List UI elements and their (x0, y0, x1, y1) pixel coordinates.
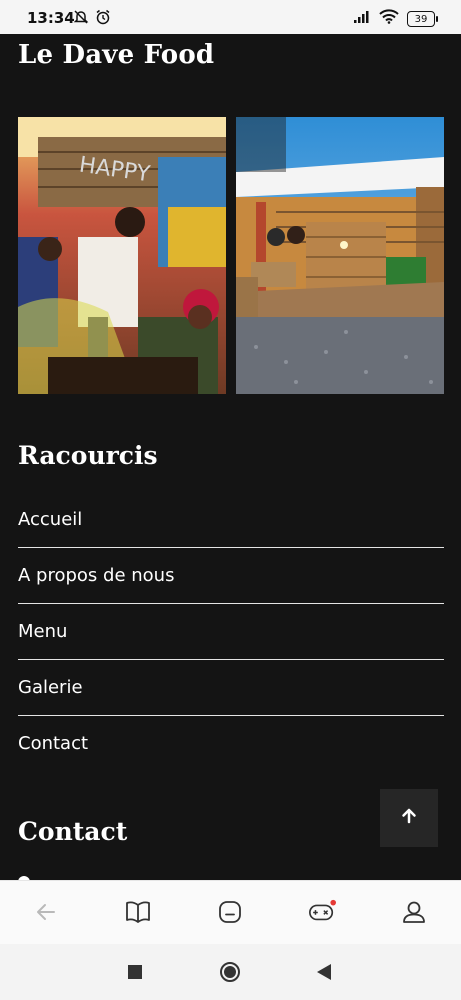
nav-link-menu[interactable]: Menu (18, 604, 444, 660)
shortcuts-list: Accueil A propos de nous Menu Galerie Co… (18, 492, 444, 771)
nav-link-accueil[interactable]: Accueil (18, 492, 444, 548)
arrow-up-icon (400, 807, 418, 830)
gallery-photo-terrace[interactable] (236, 117, 444, 394)
browser-toolbar (0, 880, 461, 945)
signal-icon (353, 10, 371, 29)
status-time: 13:34 (27, 9, 75, 27)
muted-bell-icon (73, 9, 89, 30)
site-title: Le Dave Food (18, 40, 215, 70)
recents-icon[interactable] (128, 965, 142, 984)
home-button-icon[interactable] (220, 962, 240, 987)
back-icon[interactable] (317, 964, 331, 985)
profile-icon[interactable] (400, 898, 428, 926)
status-bar: 13:34 39 (0, 0, 461, 34)
nav-link-contact[interactable]: Contact (18, 716, 444, 771)
android-nav-bar (0, 944, 461, 1000)
wifi-icon (379, 9, 399, 29)
shortcuts-heading: Racourcis (18, 441, 158, 470)
gamepad-icon[interactable] (308, 898, 336, 926)
back-arrow-icon[interactable] (32, 898, 60, 926)
battery-icon: 39 (407, 11, 438, 27)
page-content: Le Dave Food HAPPY Racourcis Accueil A p… (0, 34, 461, 888)
book-icon[interactable] (124, 898, 152, 926)
nav-link-a-propos[interactable]: A propos de nous (18, 548, 444, 604)
gallery-photo-party[interactable]: HAPPY (18, 117, 226, 394)
alarm-icon (95, 9, 111, 30)
home-icon[interactable] (216, 898, 244, 926)
nav-link-galerie[interactable]: Galerie (18, 660, 444, 716)
contact-heading: Contact (18, 817, 128, 846)
scroll-to-top-button[interactable] (380, 789, 438, 847)
